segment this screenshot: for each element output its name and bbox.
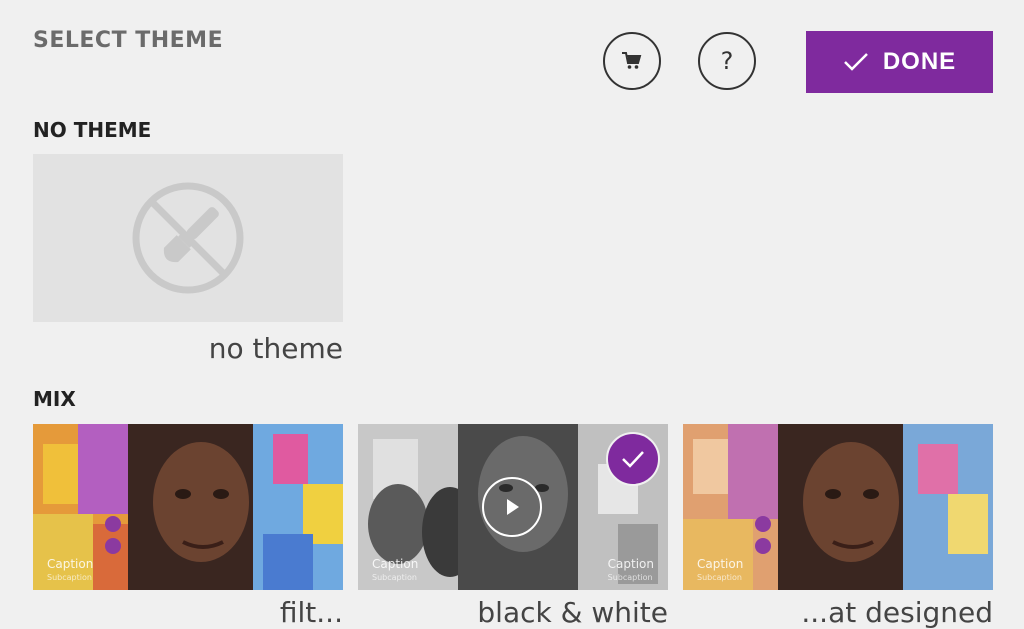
sample-caption-right: Caption Subcaption (608, 558, 654, 584)
theme-name-2: black & white (477, 596, 668, 629)
section-label-no-theme: NO THEME (33, 118, 152, 142)
sample-caption: Caption Subcaption (372, 558, 418, 584)
no-theme-tile[interactable] (33, 154, 343, 322)
play-icon[interactable] (482, 477, 542, 537)
done-button[interactable]: DONE (806, 31, 993, 93)
section-label-mix: MIX (33, 387, 76, 411)
store-button[interactable] (603, 32, 661, 90)
no-theme-caption: no theme (208, 332, 343, 365)
page-title: SELECT THEME (33, 28, 224, 53)
theme-name-3: ...at designed (801, 596, 993, 629)
theme-tile-black-white[interactable]: Caption Subcaption Caption Subcaption (358, 424, 668, 590)
caption-subtitle: Subcaption (607, 573, 653, 582)
question-icon: ? (720, 47, 734, 75)
caption-title: Caption (47, 557, 94, 571)
selected-checkmark-icon (606, 432, 660, 486)
done-label: DONE (882, 48, 957, 75)
caption-title: Caption (372, 557, 419, 571)
theme-tile-designed[interactable]: Caption Subcaption (683, 424, 993, 590)
caption-subtitle: Subcaption (372, 573, 417, 582)
no-brush-icon (132, 182, 244, 294)
help-button[interactable]: ? (698, 32, 756, 90)
sample-caption: Caption Subcaption (697, 558, 743, 584)
caption-subtitle: Subcaption (697, 573, 742, 582)
theme-name-1: filt... (279, 596, 343, 629)
theme-tile-color[interactable]: Caption Subcaption (33, 424, 343, 590)
caption-title: Caption (607, 557, 654, 571)
caption-subtitle: Subcaption (47, 573, 92, 582)
shopping-cart-icon (622, 52, 642, 69)
checkmark-icon (843, 53, 868, 71)
sample-caption: Caption Subcaption (47, 558, 93, 584)
caption-title: Caption (697, 557, 744, 571)
